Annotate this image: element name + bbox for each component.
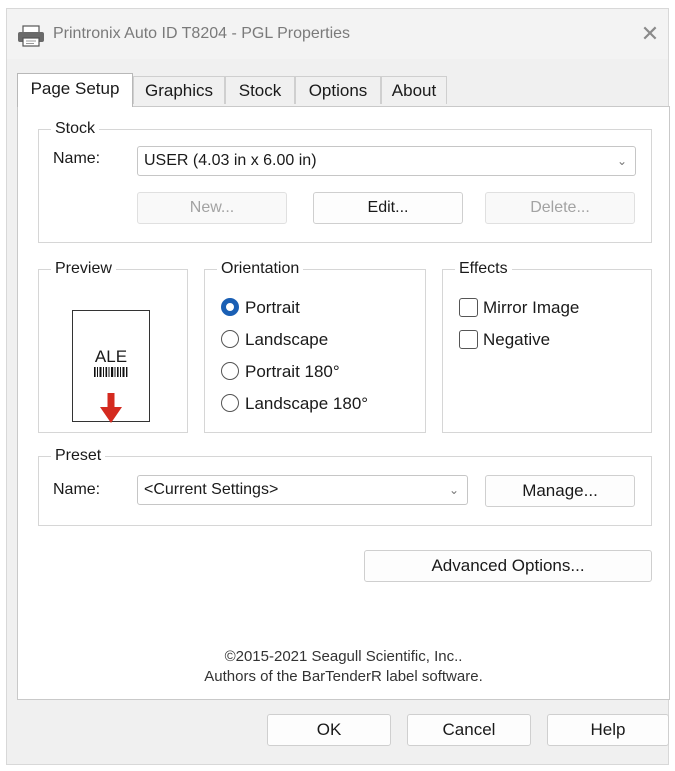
preset-name-value: <Current Settings> [144,481,279,498]
feed-direction-arrow-icon [100,393,122,423]
chevron-down-icon: ⌄ [448,483,459,497]
preview-legend: Preview [51,260,116,278]
new-stock-button[interactable]: New... [137,192,287,224]
barcode-icon [94,367,128,377]
tab-stock[interactable]: Stock [225,76,295,104]
preview-group: Preview ALE [38,260,188,433]
radio-selected-icon [221,298,239,316]
preset-name-dropdown[interactable]: <Current Settings> ⌄ [137,475,468,505]
properties-dialog: Printronix Auto ID T8204 - PGL Propertie… [6,8,670,765]
checkbox-unchecked-icon [459,298,478,317]
preset-group: Preset Name: <Current Settings> ⌄ Manage… [38,447,652,526]
stock-name-label: Name: [53,150,101,167]
radio-unselected-icon [221,362,239,380]
tab-about[interactable]: About [381,76,447,104]
mirror-image-label: Mirror Image [483,298,580,317]
orientation-legend: Orientation [217,260,304,278]
negative-label: Negative [483,330,551,349]
copyright-line-2: Authors of the BarTenderR label software… [204,668,483,685]
preset-legend: Preset [51,447,106,465]
checkbox-unchecked-icon [459,330,478,349]
close-button[interactable]: ✕ [635,19,665,49]
edit-stock-button[interactable]: Edit... [313,192,463,224]
effects-legend: Effects [455,260,512,278]
preview-sample-text: ALE [94,347,128,366]
printer-icon [18,25,44,47]
stock-legend: Stock [51,120,100,138]
stock-name-value: USER (4.03 in x 6.00 in) [144,152,317,169]
chevron-down-icon: ⌄ [616,154,627,168]
tab-options[interactable]: Options [295,76,381,104]
ok-button[interactable]: OK [267,714,391,746]
delete-stock-button[interactable]: Delete... [485,192,635,224]
radio-unselected-icon [221,394,239,412]
tab-page-setup[interactable]: Page Setup [17,73,133,107]
cancel-button[interactable]: Cancel [407,714,531,746]
radio-unselected-icon [221,330,239,348]
orientation-portrait-180-label: Portrait 180° [245,362,340,381]
effects-group: Effects Mirror Image Negative [442,260,652,433]
advanced-options-button[interactable]: Advanced Options... [364,550,652,582]
orientation-group: Orientation Portrait Landscape Portrait … [204,260,426,433]
label-preview: ALE [72,310,150,423]
copyright-line-1: ©2015-2021 Seagull Scientific, Inc.. [224,648,463,665]
orientation-landscape-label: Landscape [245,330,329,349]
tab-graphics[interactable]: Graphics [133,76,225,104]
help-button[interactable]: Help [547,714,669,746]
window-title: Printronix Auto ID T8204 - PGL Propertie… [53,25,351,42]
preset-name-label: Name: [53,481,101,498]
stock-name-dropdown[interactable]: USER (4.03 in x 6.00 in) ⌄ [137,146,636,176]
orientation-landscape-180-label: Landscape 180° [245,394,369,413]
title-bar: Printronix Auto ID T8204 - PGL Propertie… [7,9,668,59]
stock-group: Stock Name: USER (4.03 in x 6.00 in) ⌄ N… [38,120,652,243]
page-setup-panel: Stock Name: USER (4.03 in x 6.00 in) ⌄ N… [17,106,670,700]
orientation-portrait-label: Portrait [245,298,300,317]
manage-presets-button[interactable]: Manage... [485,475,635,507]
